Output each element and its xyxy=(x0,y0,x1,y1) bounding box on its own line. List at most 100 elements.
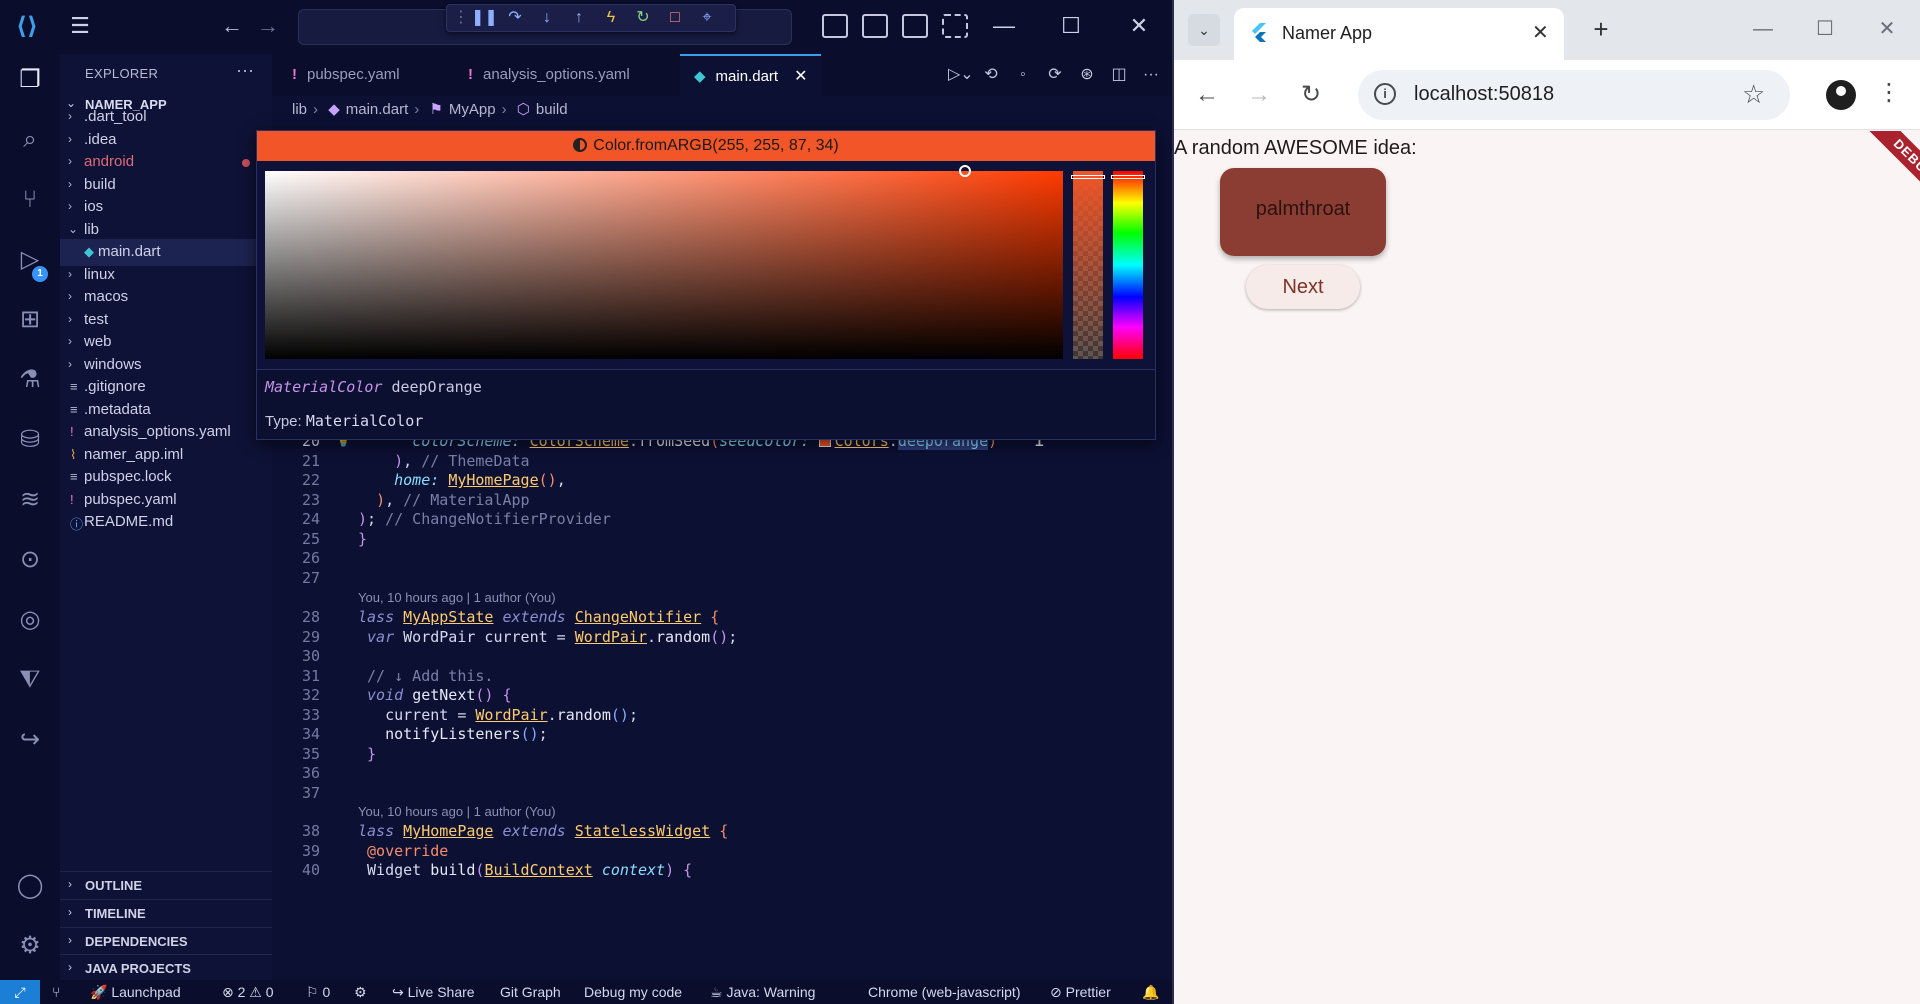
git-graph-icon[interactable]: ⊙ xyxy=(14,544,46,576)
more-icon[interactable]: ··· xyxy=(1140,64,1162,86)
tab-analysis-options[interactable]: ! analysis_options.yaml xyxy=(468,54,630,96)
go-back-icon[interactable]: ⟲ xyxy=(980,64,1002,86)
hover-type-value: MaterialColor xyxy=(305,412,424,430)
customize-layout-icon[interactable] xyxy=(942,14,968,38)
tree-item-readme-md[interactable]: ⓘ README.md xyxy=(60,509,272,536)
back-icon[interactable]: ← xyxy=(1192,80,1222,110)
stop-icon[interactable]: □ xyxy=(663,6,687,30)
settings-gear-icon[interactable]: ⚙ xyxy=(14,930,46,962)
site-info-icon[interactable]: i xyxy=(1374,83,1396,105)
account-icon[interactable]: ◯ xyxy=(14,870,46,902)
forward-icon[interactable]: → xyxy=(1244,80,1274,110)
close-icon[interactable]: ✕ xyxy=(1124,12,1154,40)
section-java-projects[interactable]: › JAVA PROJECTS xyxy=(60,954,272,980)
hamburger-menu-icon[interactable]: ☰ xyxy=(66,12,94,40)
layers-icon[interactable]: ≋ xyxy=(14,484,46,516)
search-icon[interactable]: ⌕ xyxy=(14,124,46,156)
run-debug-dropdown-icon[interactable]: ▷⌄ xyxy=(948,64,974,86)
grip-icon[interactable]: ⋮⋮ xyxy=(453,6,485,30)
new-tab-icon[interactable]: + xyxy=(1586,14,1616,44)
hue-slider-handle[interactable] xyxy=(1111,175,1145,179)
testing-icon[interactable]: ⚗ xyxy=(14,364,46,396)
status-device[interactable]: Chrome (web-javascript) xyxy=(868,984,1020,1000)
status-live-share[interactable]: ↪ Live Share xyxy=(392,984,475,1001)
maximize-icon[interactable]: ☐ xyxy=(1056,12,1086,40)
status-problems[interactable]: ⊗ 2 ⚠ 0 xyxy=(222,984,274,1001)
status-prettier[interactable]: ⊘ Prettier xyxy=(1050,984,1111,1001)
step-out-icon[interactable]: ↑ xyxy=(567,6,591,30)
git-branch-icon[interactable]: ⑂ xyxy=(52,984,60,1000)
saturation-box[interactable] xyxy=(265,165,1063,359)
status-debug-code[interactable]: Debug my code xyxy=(584,984,682,1000)
go-forward-icon[interactable]: ⟳ xyxy=(1044,64,1066,86)
arrow-right-icon[interactable]: → xyxy=(254,12,282,40)
hue-strip[interactable] xyxy=(1111,171,1145,359)
split-editor-icon[interactable]: ◫ xyxy=(1108,64,1130,86)
explorer-icon[interactable]: ❐ xyxy=(14,64,46,96)
codelens-author[interactable]: You, 10 hours ago | 1 author (You) xyxy=(358,590,556,605)
close-tab-icon[interactable]: ✕ xyxy=(1532,20,1549,45)
notifications-bell-icon[interactable]: 🔔 xyxy=(1142,984,1159,1001)
close-tab-icon[interactable]: ✕ xyxy=(794,68,807,85)
kebab-menu-icon[interactable]: ⋮ xyxy=(1874,78,1904,108)
line-number: 23 xyxy=(301,491,320,509)
profile-avatar-icon[interactable] xyxy=(1826,80,1856,110)
close-icon[interactable]: ✕ xyxy=(1872,14,1902,44)
line-number: 29 xyxy=(301,628,320,646)
extensions-icon[interactable]: ⊞ xyxy=(14,304,46,336)
opacity-slider-handle[interactable] xyxy=(1071,175,1105,179)
breadcrumb-item[interactable]: MyApp xyxy=(449,101,496,118)
line-number: 40 xyxy=(301,861,320,879)
saturation-knob[interactable] xyxy=(959,165,971,177)
toggle-secondary-sidebar-icon[interactable] xyxy=(902,14,928,38)
tab-search-icon[interactable]: ⌄ xyxy=(1188,14,1220,46)
line-number: 34 xyxy=(301,725,320,743)
tab-main-dart[interactable]: ◆ main.dart ✕ xyxy=(680,54,822,96)
browser-tab[interactable]: Namer App ✕ xyxy=(1234,8,1564,60)
remote-icon[interactable]: ◎ xyxy=(14,604,46,636)
pause-icon[interactable]: ❚❚ xyxy=(471,6,498,30)
breadcrumb-item[interactable]: lib xyxy=(292,101,307,118)
section-dependencies[interactable]: › DEPENDENCIES xyxy=(60,927,272,953)
next-button[interactable]: Next xyxy=(1246,265,1360,309)
line-number: 38 xyxy=(301,822,320,840)
opacity-strip[interactable] xyxy=(1071,171,1105,359)
live-share-icon[interactable]: ↪ xyxy=(14,724,46,756)
maximize-icon[interactable]: ☐ xyxy=(1810,14,1840,44)
status-java[interactable]: ☕ Java: Warning xyxy=(710,984,815,1001)
source-control-icon[interactable]: ⑂ xyxy=(14,184,46,216)
section-timeline[interactable]: › TIMELINE xyxy=(60,899,272,925)
code-editor[interactable]: 20 💡 colorScheme: ColorScheme.fromSeed(s… xyxy=(272,430,1174,982)
codelens-author[interactable]: You, 10 hours ago | 1 author (You) xyxy=(358,804,556,819)
step-over-icon[interactable]: ↷ xyxy=(503,6,527,30)
arrow-left-icon[interactable]: ← xyxy=(218,12,246,40)
remote-icon[interactable]: ⤢ xyxy=(0,980,40,1004)
database-icon[interactable]: ⛁ xyxy=(14,424,46,456)
minimize-icon[interactable]: — xyxy=(1748,14,1778,44)
step-into-icon[interactable]: ↓ xyxy=(535,6,559,30)
bookmark-star-icon[interactable]: ☆ xyxy=(1742,79,1765,110)
flutter-inspector-icon[interactable]: ⊛ xyxy=(1076,64,1098,86)
color-picker-header[interactable]: Color.fromARGB(255, 255, 87, 34) xyxy=(257,131,1155,161)
revert-icon[interactable]: ◦ xyxy=(1012,64,1034,86)
reload-icon[interactable]: ↻ xyxy=(1296,80,1326,110)
restart-icon[interactable]: ↻ xyxy=(631,6,655,30)
status-launchpad[interactable]: 🚀 Launchpad xyxy=(90,984,181,1001)
yaml-icon: ! xyxy=(292,66,297,83)
hot-reload-icon[interactable]: ϟ xyxy=(599,6,623,30)
flutter-icon[interactable]: ⧨ xyxy=(14,664,46,696)
section-outline[interactable]: › OUTLINE xyxy=(60,871,272,897)
more-actions-icon[interactable]: ··· xyxy=(236,60,254,81)
address-bar[interactable]: i localhost:50818 ☆ xyxy=(1358,70,1790,120)
debug-console-icon[interactable]: ⚙ xyxy=(354,984,367,1001)
breadcrumb-item[interactable]: main.dart xyxy=(346,101,409,118)
toggle-panel-icon[interactable] xyxy=(862,14,888,38)
hover-type-keyword: MaterialColor xyxy=(265,378,383,396)
status-git-graph[interactable]: Git Graph xyxy=(500,984,561,1000)
status-ports[interactable]: ⚐ 0 xyxy=(306,984,330,1001)
tab-pubspec[interactable]: ! pubspec.yaml xyxy=(292,54,400,96)
inspect-icon[interactable]: ⌖ xyxy=(695,6,719,30)
toggle-sidebar-icon[interactable] xyxy=(822,14,848,38)
minimize-icon[interactable]: — xyxy=(989,12,1019,40)
breadcrumb-item[interactable]: build xyxy=(536,101,568,118)
